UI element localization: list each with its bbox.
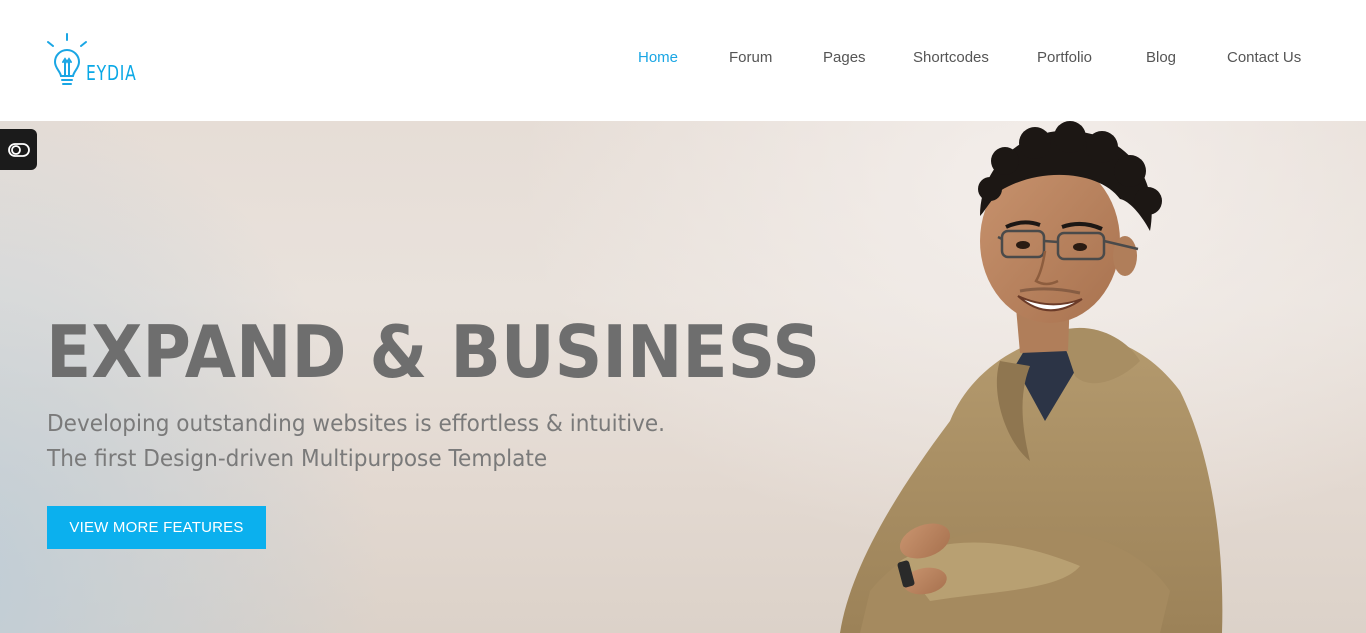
hero-headline: EXPAND & BUSINESS <box>46 310 821 394</box>
nav-pages[interactable]: Pages <box>823 49 866 66</box>
site-logo[interactable]: EYDIA <box>45 32 145 92</box>
nav-blog[interactable]: Blog <box>1146 49 1176 66</box>
nav-home[interactable]: Home <box>638 49 678 66</box>
hero-subtitle-line-2: The first Design-driven Multipurpose Tem… <box>47 446 548 472</box>
hero-slider: EXPAND & BUSINESS Developing outstanding… <box>0 121 1366 633</box>
hero-person-image <box>840 121 1223 633</box>
main-nav: Home Forum Pages Shortcodes Portfolio Bl… <box>600 49 1320 71</box>
nav-contact-us[interactable]: Contact Us <box>1227 49 1301 66</box>
nav-shortcodes[interactable]: Shortcodes <box>913 49 989 66</box>
style-switcher-toggle[interactable] <box>0 129 37 170</box>
nav-forum[interactable]: Forum <box>729 49 772 66</box>
site-header: EYDIA Home Forum Pages Shortcodes Portfo… <box>0 0 1366 121</box>
view-more-features-button[interactable]: VIEW MORE FEATURES <box>47 506 266 549</box>
logo-text: EYDIA <box>86 61 137 85</box>
lightbulb-icon <box>47 33 87 85</box>
nav-portfolio[interactable]: Portfolio <box>1037 49 1092 66</box>
hero-subtitle-line-1: Developing outstanding websites is effor… <box>47 411 666 437</box>
toggle-icon <box>7 142 30 157</box>
